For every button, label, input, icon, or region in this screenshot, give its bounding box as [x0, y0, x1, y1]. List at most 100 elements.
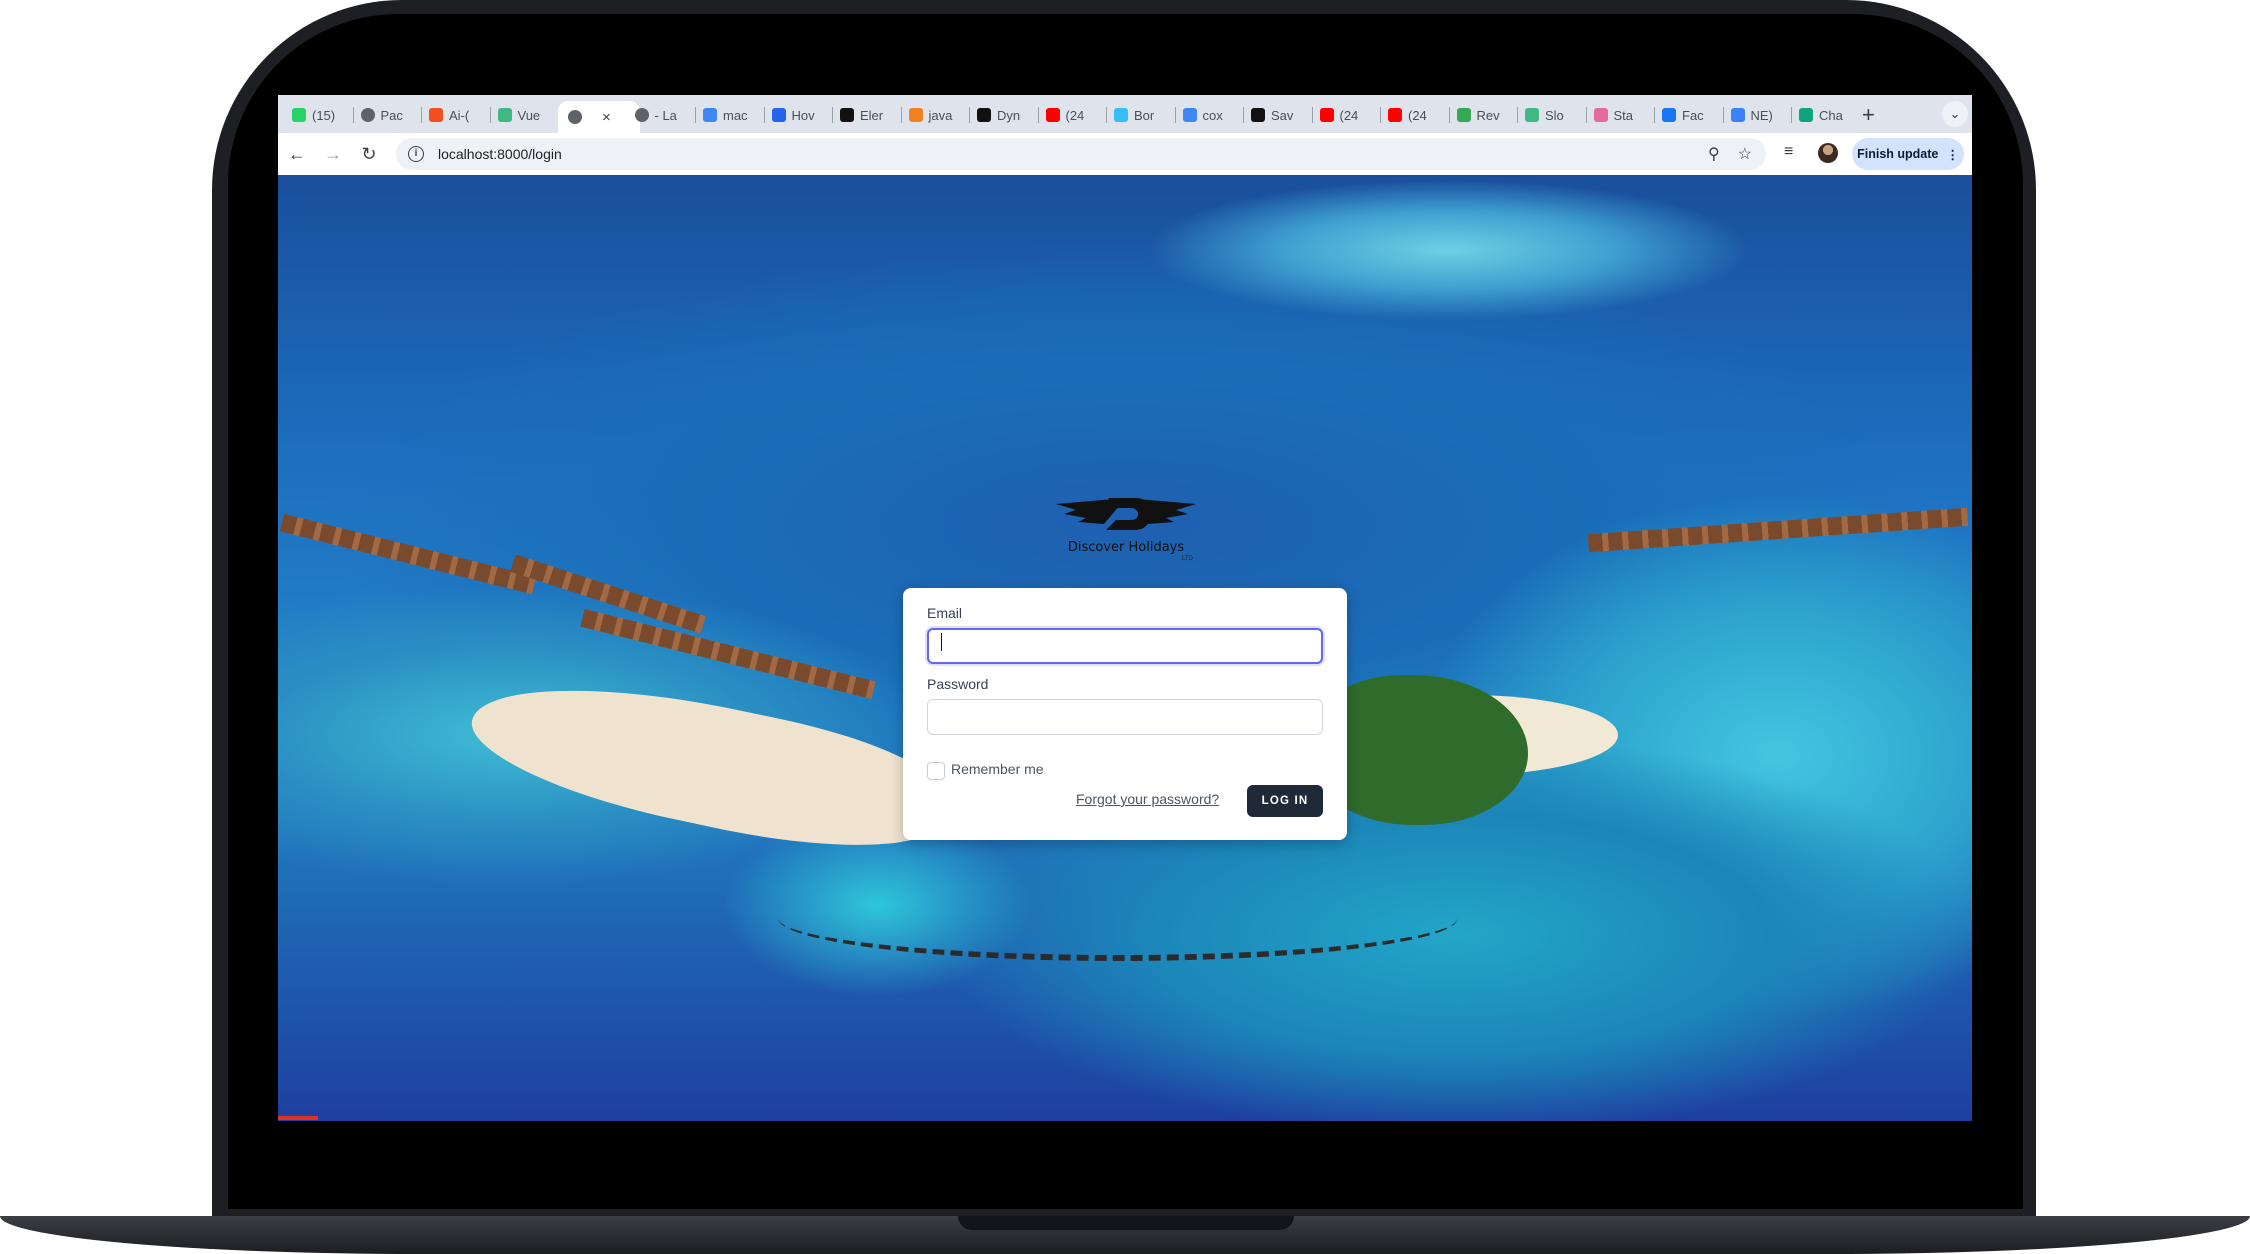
google-icon — [1182, 108, 1197, 122]
tab-label: Pac — [380, 107, 403, 123]
remember-me-checkbox[interactable] — [927, 762, 945, 780]
wings-logo-icon — [1056, 498, 1196, 530]
tab-separator — [763, 107, 765, 123]
tab-label: java — [928, 107, 953, 123]
login-button[interactable]: LOG IN — [1247, 785, 1323, 817]
browser-tab[interactable]: (24 — [1045, 101, 1096, 129]
more-menu-icon: ⋮ — [1946, 147, 1959, 162]
tab-label: - La — [654, 107, 677, 123]
browser-tab[interactable]: - La — [634, 101, 685, 129]
tab-label: Eler — [860, 107, 884, 123]
tab-separator — [969, 107, 970, 123]
browser-tab[interactable]: Vue — [497, 101, 548, 129]
tab-label: Fac — [1682, 107, 1704, 123]
tab-label: (15) — [312, 107, 336, 123]
browser-tab[interactable]: (24 — [1388, 101, 1438, 129]
browser-tab[interactable]: mac — [703, 101, 753, 129]
island-sand-left — [460, 656, 956, 874]
tab-strip: (15) Pac Ai-( Vue × - La mac Hov Eler java Dyn (24 B… — [278, 95, 1972, 133]
browser-tab[interactable]: (15) — [292, 101, 342, 129]
browser-tab[interactable]: NE) — [1730, 101, 1781, 129]
tab-label: Vue — [517, 107, 541, 123]
close-tab-icon[interactable]: × — [602, 109, 611, 126]
tab-separator — [695, 107, 696, 123]
browser-tab[interactable]: Rev — [1456, 101, 1507, 129]
tab-active[interactable]: × — [558, 101, 640, 133]
browser-tab[interactable]: Cha — [1799, 101, 1849, 129]
browser-tab[interactable]: Sta — [1593, 101, 1644, 129]
reading-list-icon[interactable]: ≡ — [1784, 143, 1793, 161]
tailwind-icon — [771, 108, 786, 122]
tab-label: (24 — [1339, 107, 1359, 123]
tab-separator — [1243, 107, 1244, 123]
browser-tab[interactable]: Hov — [771, 101, 822, 129]
password-field[interactable] — [927, 699, 1323, 735]
tab-separator — [352, 107, 354, 123]
browser-tab[interactable]: Pac — [360, 101, 411, 129]
tab-label: cox — [1202, 107, 1223, 123]
globe-icon — [568, 110, 582, 124]
tab-search-button[interactable]: ⌄ — [1942, 101, 1968, 127]
address-bar[interactable]: i localhost:8000/login ⚲ ☆ — [396, 138, 1766, 170]
tab-separator — [1106, 107, 1107, 123]
browser-toolbar: ← → ↻ i localhost:8000/login ⚲ ☆ ≡ Finis… — [278, 133, 1972, 175]
browser-tab[interactable]: java — [908, 101, 959, 129]
globe-icon — [360, 108, 375, 122]
tab-separator — [1174, 107, 1176, 123]
bookmark-star-icon[interactable]: ☆ — [1738, 144, 1752, 164]
browser-tab[interactable]: Dyn — [977, 101, 1027, 129]
tab-label: (24 — [1408, 107, 1427, 123]
heart-icon — [1593, 108, 1608, 122]
browser-tab[interactable]: Slo — [1525, 101, 1575, 129]
email-field[interactable] — [927, 628, 1323, 664]
tab-label: NE) — [1750, 107, 1773, 123]
tab-separator — [1654, 107, 1655, 123]
forgot-password-link[interactable]: Forgot your password? — [1076, 791, 1219, 807]
globe-icon — [634, 108, 649, 122]
tailwind-icon — [1114, 108, 1128, 122]
tab-label: Dyn — [997, 107, 1021, 123]
next-icon — [1730, 108, 1745, 122]
tab-separator — [1448, 107, 1450, 123]
browser-tab[interactable]: cox — [1182, 101, 1233, 129]
brand-name: Discover Holidays — [1067, 540, 1185, 555]
reload-button[interactable]: ↻ — [356, 141, 382, 167]
water-villas — [279, 513, 537, 595]
finish-update-button[interactable]: Finish update ⋮ — [1852, 138, 1964, 170]
back-button[interactable]: ← — [284, 141, 310, 167]
tab-label: Hov — [791, 107, 815, 123]
stack-icon — [908, 108, 923, 122]
chatgpt-icon — [1799, 108, 1813, 122]
tab-separator — [1517, 107, 1518, 123]
forward-button[interactable]: → — [320, 141, 346, 167]
browser-tab[interactable]: (24 — [1319, 101, 1370, 129]
browser-tab[interactable]: Bor — [1114, 101, 1164, 129]
browser-tab[interactable]: Sav — [1251, 101, 1301, 129]
tab-label: Cha — [1819, 107, 1843, 123]
brand-suffix: LTD — [1182, 556, 1193, 562]
url-text[interactable]: localhost:8000/login — [438, 146, 562, 162]
tab-separator — [489, 107, 491, 123]
whatsapp-icon — [292, 108, 306, 122]
browser-tab[interactable]: Ai-( — [429, 101, 479, 129]
tab-label: Ai-( — [449, 107, 470, 123]
chrome-icon — [1456, 108, 1471, 122]
location-pin-icon[interactable]: ⚲ — [1708, 144, 1720, 164]
new-tab-button[interactable]: + — [1862, 101, 1875, 129]
remember-me-label[interactable]: Remember me — [951, 761, 1044, 777]
site-info-icon[interactable]: i — [408, 146, 424, 162]
login-page: Discover Holidays LTD Email Password Rem… — [278, 175, 1972, 1121]
profile-avatar[interactable] — [1818, 143, 1838, 163]
youtube-icon — [1388, 108, 1402, 122]
laptop-notch — [958, 1216, 1294, 1230]
browser-tab[interactable]: Fac — [1662, 101, 1712, 129]
vercel-icon — [977, 108, 991, 122]
browser-tab[interactable]: Eler — [840, 101, 890, 129]
login-card: Email Password Remember me Forgot your p… — [903, 588, 1347, 840]
medium-icon — [840, 108, 854, 122]
tab-separator — [1037, 107, 1039, 123]
vue-icon — [1525, 108, 1539, 122]
vercel-icon — [1251, 108, 1265, 122]
google-icon — [703, 108, 717, 122]
text-caret — [941, 633, 942, 651]
